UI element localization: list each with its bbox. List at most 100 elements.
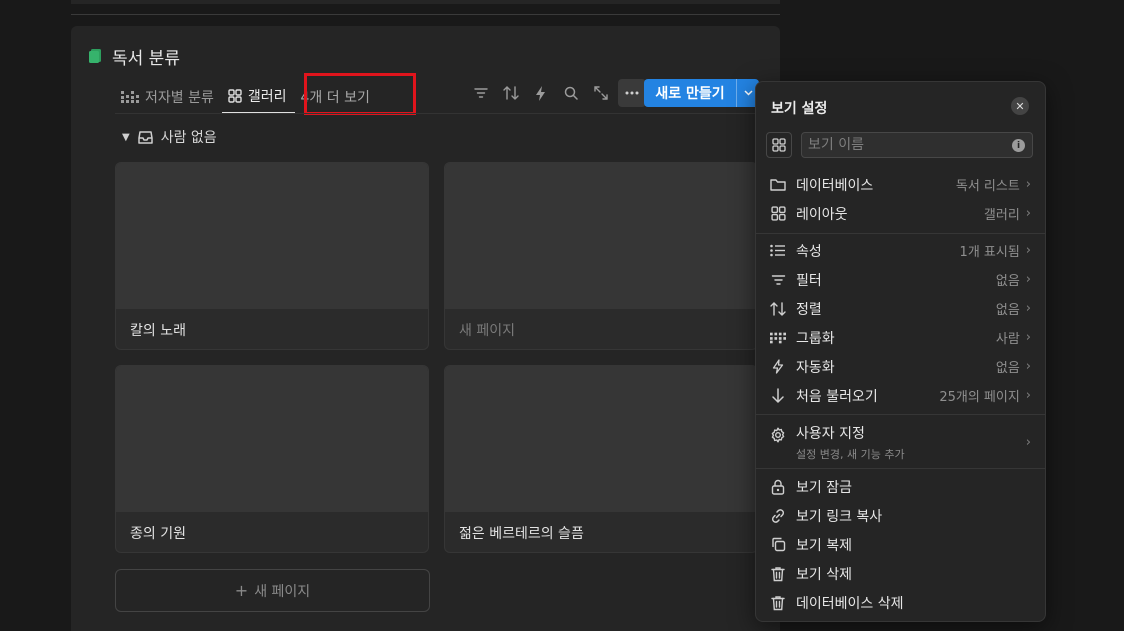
action-lock-view[interactable]: 보기 잠금 (756, 472, 1045, 501)
row-label: 보기 링크 복사 (796, 508, 883, 525)
group-header[interactable]: ▼ 사람 없음 (122, 127, 217, 147)
tab-gallery[interactable]: 갤러리 (221, 81, 295, 114)
search-button[interactable] (556, 79, 586, 107)
chevron-right-icon: › (1025, 330, 1031, 345)
tab-author-board[interactable]: 저자별 분류 (115, 81, 222, 113)
chevron-right-icon: › (1025, 301, 1031, 316)
row-label: 정렬 (796, 301, 822, 318)
board-icon (121, 91, 139, 103)
layout-icon-button[interactable] (766, 132, 792, 158)
card-title: 젊은 베르테르의 슬픔 (459, 526, 584, 542)
row-label: 자동화 (796, 359, 835, 376)
chevron-right-icon: › (1025, 388, 1031, 403)
new-page-label: 새 페이지 (254, 583, 311, 600)
tab-label: 갤러리 (247, 89, 287, 105)
folder-icon (770, 179, 786, 191)
new-button[interactable]: 새로 만들기 (644, 79, 759, 107)
trash-icon (771, 566, 785, 581)
gallery-card[interactable]: 새 페이지 (444, 162, 758, 350)
action-duplicate-view[interactable]: 보기 복제 (756, 530, 1045, 559)
row-label: 필터 (796, 272, 822, 289)
row-label: 데이터베이스 (796, 177, 874, 194)
setting-group[interactable]: 그룹화 사람 › (756, 323, 1045, 352)
info-icon[interactable]: i (1012, 139, 1025, 152)
card-title: 칼의 노래 (130, 323, 186, 339)
setting-filter[interactable]: 필터 없음 › (756, 265, 1045, 294)
filter-button[interactable] (466, 79, 496, 107)
divider (756, 414, 1045, 415)
row-value: 없음 (995, 274, 1020, 289)
close-icon: ✕ (1015, 99, 1025, 113)
chevron-right-icon: › (1025, 243, 1031, 258)
gallery-card[interactable]: 젊은 베르테르의 슬픔 (444, 365, 758, 553)
setting-properties[interactable]: 속성 1개 표시됨 › (756, 236, 1045, 265)
row-label: 보기 복제 (796, 537, 852, 554)
new-page-button[interactable]: + 새 페이지 (115, 569, 430, 612)
row-value: 없음 (995, 303, 1020, 318)
expand-button[interactable] (586, 79, 616, 107)
row-value: 1개 표시됨 (959, 245, 1020, 260)
sort-icon (770, 301, 786, 316)
row-value: 없음 (995, 361, 1020, 376)
top-panel (71, 0, 780, 4)
filter-icon (474, 88, 488, 98)
chevron-right-icon: › (1025, 434, 1031, 450)
row-value: 갤러리 (983, 208, 1020, 223)
setting-initial-load[interactable]: 처음 불러오기 25개의 페이지 › (756, 381, 1045, 410)
view-name-input[interactable] (801, 132, 1033, 158)
more-icon (625, 91, 639, 95)
lock-icon (771, 479, 785, 495)
chevron-right-icon: › (1025, 359, 1031, 374)
divider (71, 14, 780, 15)
database-title[interactable]: 독서 분류 (112, 44, 180, 69)
gallery-icon (770, 206, 786, 221)
divider (756, 233, 1045, 234)
setting-automation[interactable]: 자동화 없음 › (756, 352, 1045, 381)
card-cover (116, 366, 428, 512)
row-label: 속성 (796, 243, 822, 260)
list-icon (770, 244, 785, 257)
gallery-icon (772, 138, 786, 152)
row-value: 독서 리스트 (955, 179, 1020, 194)
chevron-down-icon (743, 90, 753, 96)
row-label: 보기 잠금 (796, 479, 852, 496)
automation-button[interactable] (526, 79, 556, 107)
row-label: 그룹화 (796, 330, 835, 347)
plus-icon: + (234, 581, 249, 600)
book-icon (89, 49, 101, 63)
action-copy-link[interactable]: 보기 링크 복사 (756, 501, 1045, 530)
row-value: 25개의 페이지 (939, 390, 1020, 405)
more-options-button[interactable] (618, 79, 646, 107)
setting-database[interactable]: 데이터베이스 독서 리스트 › (756, 170, 1045, 199)
setting-customize[interactable]: 사용자 지정 설정 변경, 새 기능 추가 › (756, 420, 1045, 464)
divider (115, 113, 756, 114)
card-title: 종의 기원 (130, 526, 186, 542)
setting-sort[interactable]: 정렬 없음 › (756, 294, 1045, 323)
caret-down-icon[interactable]: ▼ (122, 132, 130, 143)
new-button-label: 새로 만들기 (655, 86, 725, 102)
row-subtitle: 설정 변경, 새 기능 추가 (796, 447, 905, 461)
gallery-card[interactable]: 종의 기원 (115, 365, 429, 553)
group-icon (770, 332, 786, 343)
close-button[interactable]: ✕ (1011, 97, 1029, 115)
row-label: 처음 불러오기 (796, 388, 878, 405)
row-label: 사용자 지정 (796, 425, 865, 442)
tab-label: 저자별 분류 (145, 90, 214, 106)
sort-button[interactable] (496, 79, 526, 107)
row-label: 보기 삭제 (796, 566, 852, 583)
database-title-row: 독서 분류 (88, 43, 180, 69)
action-delete-database[interactable]: 데이터베이스 삭제 (756, 588, 1045, 617)
gallery-card[interactable]: 칼의 노래 (115, 162, 429, 350)
chevron-right-icon: › (1025, 177, 1031, 192)
row-value: 사람 (995, 332, 1020, 347)
chevron-right-icon: › (1025, 206, 1031, 221)
lightning-icon (772, 359, 784, 374)
sort-icon (503, 86, 519, 100)
gallery-icon (228, 89, 242, 103)
card-cover (445, 366, 757, 512)
action-delete-view[interactable]: 보기 삭제 (756, 559, 1045, 588)
arrow-down-icon (772, 388, 784, 403)
expand-icon (594, 86, 608, 100)
setting-layout[interactable]: 레이아웃 갤러리 › (756, 199, 1045, 228)
trash-icon (771, 595, 785, 610)
